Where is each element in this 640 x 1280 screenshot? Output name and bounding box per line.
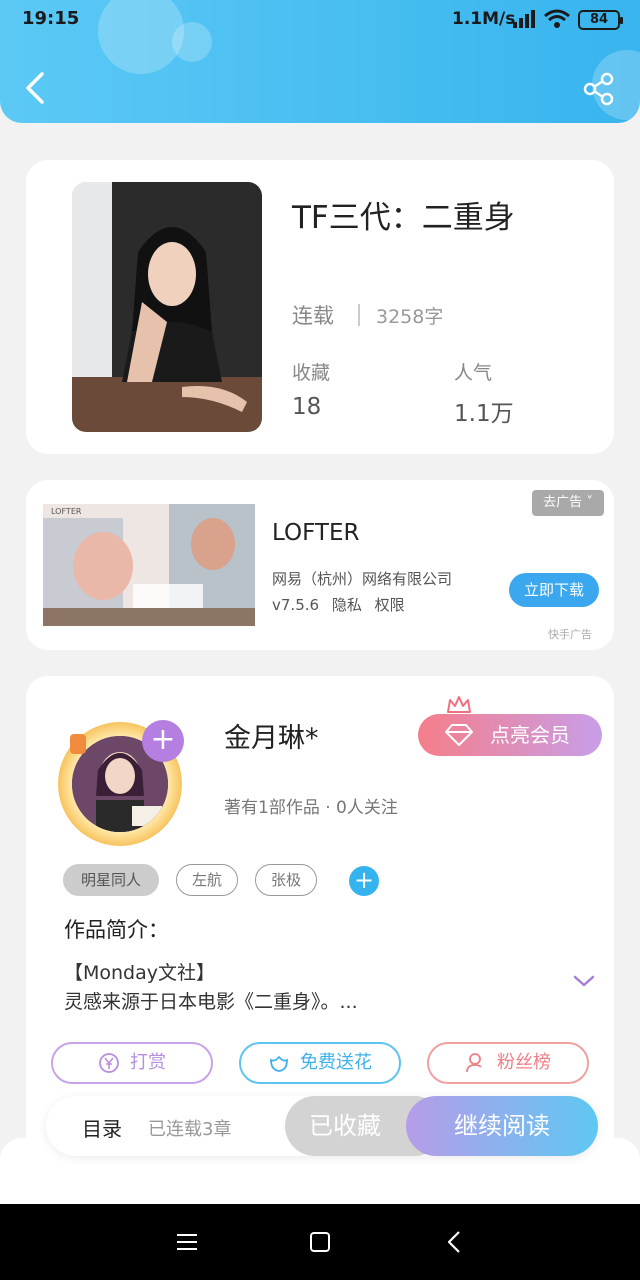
author-stats: 著有1部作品 · 0人关注 <box>224 798 398 818</box>
toc-button[interactable]: 目录 <box>82 1113 122 1142</box>
popularity-value: 1.1万 <box>454 401 514 427</box>
send-flower-label: 免费送花 <box>300 1052 372 1073</box>
remove-ad-button[interactable]: 去广告 ˅ <box>532 490 604 516</box>
tag-item[interactable]: 左航 <box>176 864 238 896</box>
flower-icon <box>270 1055 288 1072</box>
favorites-value: 18 <box>292 394 322 420</box>
chapter-count[interactable]: 已连载3章 <box>148 1115 231 1141</box>
fans-ranking-label: 粉丝榜 <box>497 1052 551 1073</box>
top-header: 19:15 1.1M/s 84 <box>0 0 640 123</box>
vip-label: 点亮会员 <box>490 723 570 747</box>
reward-label: 打赏 <box>130 1052 166 1073</box>
add-tag-button[interactable]: + <box>349 866 379 896</box>
share-icon[interactable] <box>582 72 616 106</box>
user-icon <box>466 1053 482 1073</box>
ad-version: v7.5.6 <box>272 596 320 614</box>
ad-title: LOFTER <box>272 520 360 546</box>
divider <box>358 304 360 326</box>
nav-back-icon[interactable] <box>446 1230 462 1254</box>
intro-label: 作品简介： <box>64 918 169 942</box>
ad-company: 网易（杭州）网络有限公司 <box>272 570 453 588</box>
tag-item[interactable]: 张极 <box>255 864 317 896</box>
book-info-card: TF三代：二重身 连载 3258字 收藏 18 人气 1.1万 <box>26 160 614 454</box>
battery-icon: 84 <box>578 10 623 30</box>
bottom-action-bar: 目录 已连载3章 已收藏 继续阅读 <box>46 1096 598 1156</box>
ad-privacy-link[interactable]: 隐私 <box>332 596 362 614</box>
remove-ad-label: 去广告 <box>543 495 583 510</box>
collected-label: 已收藏 <box>309 1112 381 1140</box>
ad-source: 快手广告 <box>548 628 592 641</box>
intro-text-line: 灵感来源于日本电影《二重身》。... <box>64 991 358 1013</box>
author-name: 金月琳* <box>224 723 319 754</box>
ad-permissions-link[interactable]: 权限 <box>375 596 405 614</box>
word-count: 3258字 <box>376 306 444 328</box>
frame-decor <box>70 734 86 754</box>
reward-button[interactable]: 打赏 <box>51 1042 213 1084</box>
back-arrow-icon[interactable] <box>20 70 50 106</box>
crown-icon <box>447 696 471 713</box>
tag-item[interactable]: 明星同人 <box>63 864 159 896</box>
status-bar: 19:15 1.1M/s 84 <box>0 0 640 40</box>
continue-reading-button[interactable]: 继续阅读 <box>406 1096 598 1156</box>
follow-plus-button[interactable]: + <box>142 720 184 762</box>
ad-links: v7.5.6 隐私 权限 <box>272 594 413 615</box>
wifi-icon <box>544 9 570 28</box>
home-icon[interactable] <box>310 1232 330 1252</box>
network-speed: 1.1M/s <box>452 9 516 29</box>
ad-download-button[interactable]: 立即下载 <box>509 573 599 607</box>
favorites-label: 收藏 <box>292 362 331 384</box>
ad-card[interactable]: LOFTER 去广告 ˅ LOFTER 网易（杭州）网络有限公司 v7.5.6 … <box>26 480 614 650</box>
yuan-coin-icon <box>99 1053 119 1073</box>
diamond-icon <box>445 724 473 746</box>
book-title: TF三代：二重身 <box>292 200 515 236</box>
cell-signal-icon <box>513 10 535 28</box>
serial-status: 连载 <box>292 304 334 328</box>
chevron-down-icon[interactable] <box>572 974 596 988</box>
book-cover-image[interactable] <box>72 182 262 432</box>
intro-text-line: 【Monday文社】 <box>64 962 216 984</box>
status-time: 19:15 <box>22 8 80 29</box>
send-flower-button[interactable]: 免费送花 <box>239 1042 401 1084</box>
menu-icon[interactable] <box>176 1232 198 1252</box>
ad-banner-image[interactable]: LOFTER <box>43 504 255 626</box>
activate-vip-button[interactable]: 点亮会员 <box>418 714 602 756</box>
system-nav-bar <box>0 1204 640 1280</box>
fans-ranking-button[interactable]: 粉丝榜 <box>427 1042 589 1084</box>
author-card: + 金月琳* 点亮会员 著有1部作品 · 0人关注 明星同人 左航 张极 + 作… <box>26 676 614 1156</box>
svg-text:LOFTER: LOFTER <box>51 507 82 516</box>
popularity-label: 人气 <box>454 362 493 384</box>
